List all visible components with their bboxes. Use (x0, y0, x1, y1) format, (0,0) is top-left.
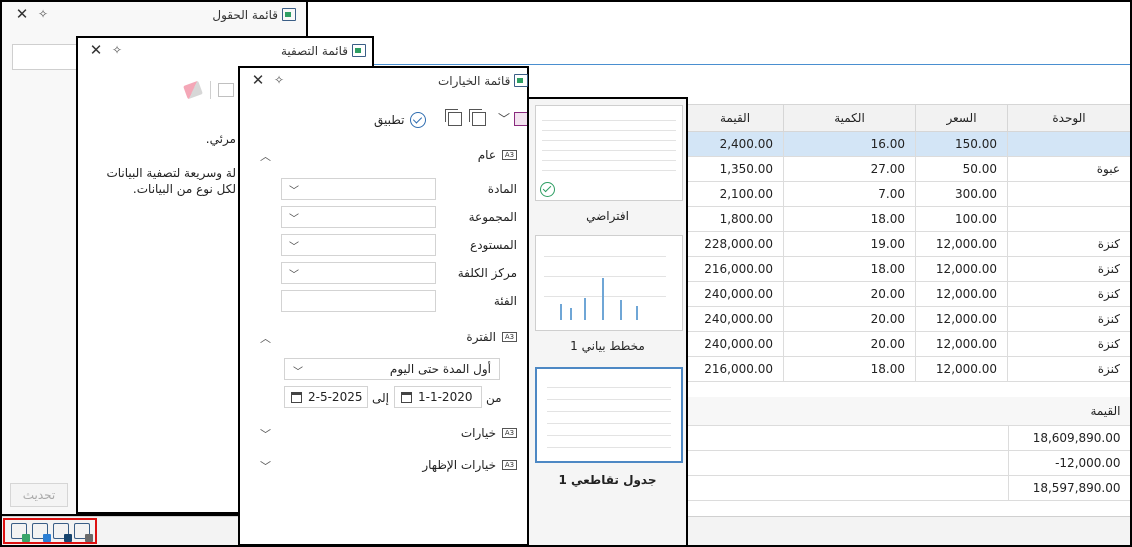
chevron-up-icon[interactable]: ︿ (260, 330, 271, 346)
to-date-input[interactable]: 2-5-2025 (284, 386, 368, 408)
filter-list-toggle-icon[interactable] (31, 523, 51, 542)
table-row[interactable]: 1,350.00 27.00 50.00 عبوة (686, 156, 1131, 182)
template-label: جدول تقاطعي 1 (558, 473, 657, 487)
cost-center-select[interactable]: ﹀ (281, 262, 437, 284)
options-list-icon (514, 74, 529, 87)
fields-list-icon (282, 8, 296, 21)
column-header-quantity[interactable]: الكمية (783, 104, 916, 132)
filter-help-text: لكل نوع من البيانات. (132, 182, 236, 196)
warehouse-select[interactable]: ﹀ (281, 234, 437, 256)
section-icon: A3 (502, 428, 517, 438)
save-icon[interactable] (514, 112, 528, 126)
column-header-unit[interactable]: الوحدة (1007, 104, 1131, 132)
filter-help-text: لة وسريعة لتصفية البيانات (106, 166, 236, 180)
table-row[interactable]: 216,000.00 18.00 12,000.00 كنزة (686, 256, 1131, 282)
section-options[interactable]: A3 خيارات (461, 426, 517, 440)
chevron-down-icon[interactable]: ﹀ (260, 458, 271, 474)
summary-value: -12,000.00 (1008, 450, 1131, 476)
filter-panel-title: قائمة التصفية (281, 44, 366, 58)
material-select[interactable]: ﹀ (281, 178, 437, 200)
summary-table: القيمة 18,609,890.00 -12,000.00 18,597,8… (686, 397, 1131, 501)
eraser-icon[interactable] (183, 80, 203, 100)
from-date-input[interactable]: 1-1-2020 (394, 386, 482, 408)
options-panel-header: ✕ ✧ قائمة الخيارات (240, 68, 529, 98)
category-input[interactable] (281, 290, 437, 312)
calendar-icon[interactable] (291, 391, 302, 403)
chevron-down-icon: ﹀ (289, 214, 299, 225)
pin-icon[interactable]: ✧ (110, 42, 124, 58)
to-label: إلى (372, 391, 389, 405)
chevron-down-icon[interactable]: ﹀ (260, 426, 271, 442)
options-panel-title: قائمة الخيارات (438, 74, 529, 88)
template-thumbnail-pivot[interactable] (535, 367, 683, 463)
summary-header: القيمة (1008, 397, 1131, 426)
data-grid: القيمة الكمية السعر الوحدة 2,400.00 16.00… (686, 104, 1131, 382)
close-icon[interactable]: ✕ (14, 6, 30, 22)
pin-icon[interactable]: ✧ (36, 6, 50, 22)
section-period[interactable]: A3 الفترة (466, 330, 517, 344)
from-label: من (486, 391, 502, 405)
fields-list-toggle-icon[interactable] (10, 523, 30, 542)
chevron-up-icon[interactable]: ︿ (260, 148, 271, 164)
chevron-down-icon: ﹀ (289, 242, 299, 253)
check-circle-icon (540, 182, 555, 197)
apply-button[interactable]: تطبيق (374, 109, 427, 131)
group-select[interactable]: ﹀ (281, 206, 437, 228)
options-list-toggle-icon[interactable] (52, 523, 72, 542)
summary-value: 18,597,890.00 (1008, 475, 1131, 501)
section-general[interactable]: A3 عام (478, 148, 517, 162)
copy-icon[interactable] (445, 109, 462, 126)
cost-center-field: مركز الكلفة ﹀ (281, 262, 517, 284)
group-field: المجموعة ﹀ (281, 206, 517, 228)
check-circle-icon (410, 112, 427, 128)
table-row[interactable]: 228,000.00 19.00 12,000.00 كنزة (686, 231, 1131, 257)
template-label: مخطط بياني 1 (570, 339, 645, 353)
summary-value: 18,609,890.00 (1008, 425, 1131, 451)
template-thumbnail-chart[interactable] (535, 235, 683, 331)
refresh-button[interactable]: تحديث (10, 483, 68, 507)
column-header-value[interactable]: القيمة (686, 104, 784, 132)
panel-toggle-group (3, 518, 97, 544)
chevron-down-icon: ﹀ (289, 270, 299, 281)
filter-help-text: مرئي. (205, 132, 236, 146)
templates-toggle-icon[interactable] (73, 523, 93, 542)
table-row[interactable]: 240,000.00 20.00 12,000.00 كنزة (686, 306, 1131, 332)
table-row[interactable]: 240,000.00 20.00 12,000.00 كنزة (686, 281, 1131, 307)
table-row[interactable]: 216,000.00 18.00 12,000.00 كنزة (686, 356, 1131, 382)
fields-panel-header: ✕ ✧ قائمة الحقول (2, 2, 306, 32)
table-row[interactable]: 1,800.00 18.00 100.00 (686, 206, 1131, 232)
chevron-down-icon[interactable]: ﹀ (498, 110, 510, 127)
options-panel: ✕ ✧ قائمة الخيارات تطبيق ﹀ A3 عام ︿ الما… (238, 66, 529, 546)
section-icon: A3 (502, 460, 517, 470)
close-icon[interactable]: ✕ (250, 72, 266, 88)
table-row[interactable]: 240,000.00 20.00 12,000.00 كنزة (686, 331, 1131, 357)
section-display-options[interactable]: A3 خيارات الإظهار (422, 458, 517, 472)
fields-panel-title: قائمة الحقول (212, 8, 296, 22)
section-icon: A3 (502, 150, 517, 160)
pin-icon[interactable]: ✧ (272, 72, 286, 88)
filter-panel-header: ✕ ✧ قائمة التصفية (78, 38, 372, 68)
filter-list-icon (352, 44, 366, 57)
templates-panel: افتراضي مخطط بياني 1 جدول تقاطعي 1 (527, 97, 688, 547)
section-icon: A3 (502, 332, 517, 342)
chevron-down-icon: ﹀ (289, 186, 299, 197)
template-label: افتراضي (586, 209, 629, 223)
chevron-down-icon: ﹀ (293, 367, 303, 378)
material-field: المادة ﹀ (281, 178, 517, 200)
category-field: الفئة (281, 290, 517, 312)
add-copy-icon[interactable] (469, 109, 486, 126)
table-row[interactable]: 2,100.00 7.00 300.00 (686, 181, 1131, 207)
warehouse-field: المستودع ﹀ (281, 234, 517, 256)
template-thumbnail-default[interactable] (535, 105, 683, 201)
calendar-icon[interactable] (401, 391, 412, 403)
table-row[interactable]: 2,400.00 16.00 150.00 (686, 131, 1131, 157)
column-header-price[interactable]: السعر (915, 104, 1008, 132)
copy-icon[interactable] (218, 83, 234, 97)
period-select[interactable]: أول المدة حتى اليوم ﹀ (284, 358, 500, 380)
close-icon[interactable]: ✕ (88, 42, 104, 58)
